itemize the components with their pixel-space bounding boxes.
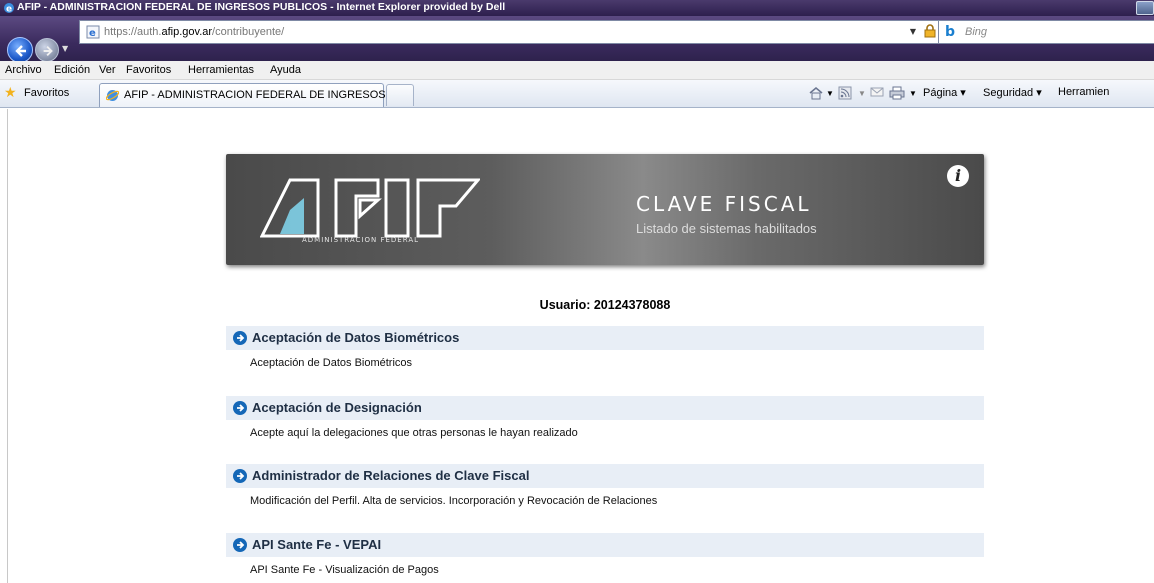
bing-icon: b [945,24,956,40]
user-label: Usuario: 20124378088 [539,298,671,312]
banner-title: CLAVE FISCAL [636,192,812,216]
url-text: https://auth.afip.gov.ar/contribuyente/ [104,26,285,38]
menu-seguridad[interactable]: Seguridad ▾ [983,86,1042,99]
home-icon[interactable] [808,86,824,103]
tab-label: AFIP - ADMINISTRACION FEDERAL DE INGRESO… [124,89,395,101]
ie-logo-icon: e [4,3,14,15]
system-name[interactable]: API Sante Fe - VEPAI [252,537,381,552]
window-title: AFIP - ADMINISTRACION FEDERAL DE INGRESO… [17,1,506,13]
print-dropdown-icon[interactable]: ▼ [909,89,917,98]
system-item-header[interactable]: Administrador de Relaciones de Clave Fis… [226,464,984,488]
afip-banner: ADMINISTRACION FEDERAL CLAVE FISCAL List… [226,154,984,265]
arrow-right-circle-icon[interactable] [233,401,247,415]
system-description: Modificación del Perfil. Alta de servici… [250,495,658,507]
system-item-header[interactable]: Aceptación de Datos Biométricos [226,326,984,350]
ie-page-icon [106,90,119,101]
feeds-dropdown-icon[interactable]: ▼ [858,89,866,98]
system-item-header[interactable]: Aceptación de Designación [226,396,984,420]
search-box[interactable]: b Bing [938,20,1154,44]
home-dropdown-icon[interactable]: ▼ [826,89,834,98]
menu-edicion[interactable]: Edición [54,64,90,76]
arrow-left-icon [15,45,26,57]
print-icon[interactable] [889,86,905,103]
arrow-right-circle-icon[interactable] [233,469,247,483]
menu-herramientas-cmd[interactable]: Herramien [1058,86,1109,98]
afip-logo [260,178,480,238]
system-description: API Sante Fe - Visualización de Pagos [250,564,439,576]
arrow-right-circle-icon[interactable] [233,331,247,345]
system-item-header[interactable]: API Sante Fe - VEPAI [226,533,984,557]
system-description: Acepte aquí la delegaciones que otras pe… [250,427,578,439]
history-dropdown-icon[interactable]: ▼ [62,44,70,53]
favorites-label: Favoritos [24,87,70,99]
url-dropdown-icon[interactable]: ▼ [905,24,921,40]
minimize-button[interactable] [1136,1,1154,15]
info-icon[interactable]: i [947,165,969,187]
menu-ver[interactable]: Ver [99,64,116,76]
menu-ayuda[interactable]: Ayuda [270,64,301,76]
tab-afip[interactable]: AFIP - ADMINISTRACION FEDERAL DE INGRESO… [99,83,395,107]
arrow-right-icon [43,45,53,57]
menu-herramientas[interactable]: Herramientas [188,64,254,76]
svg-text:e: e [6,5,12,15]
system-name[interactable]: Aceptación de Designación [252,400,422,415]
star-icon: ★ [4,85,17,101]
menu-archivo[interactable]: Archivo [5,64,42,76]
svg-text:e: e [89,28,96,39]
back-button[interactable] [7,37,33,63]
menu-pagina[interactable]: Página ▾ [923,86,966,99]
feeds-icon[interactable] [838,86,852,103]
system-description: Aceptación de Datos Biométricos [250,357,413,369]
address-bar[interactable]: e https://auth.afip.gov.ar/contribuyente… [79,20,997,44]
system-name[interactable]: Aceptación de Datos Biométricos [252,330,459,345]
page-icon: e [86,25,100,39]
window-title-bar: e AFIP - ADMINISTRACION FEDERAL DE INGRE… [0,0,1154,16]
favorites-bar: ★ Favoritos AFIP - ADMINISTRACION FEDERA… [0,80,1154,108]
forward-button[interactable] [35,38,59,62]
arrow-right-circle-icon[interactable] [233,538,247,552]
new-tab-button[interactable] [386,84,414,106]
page-left-border [7,109,8,583]
menu-bar: Archivo Edición Ver Favoritos Herramient… [0,61,1154,80]
org-name: ADMINISTRACION FEDERAL [302,236,420,244]
system-name[interactable]: Administrador de Relaciones de Clave Fis… [252,468,529,483]
menu-favoritos[interactable]: Favoritos [126,64,171,76]
mail-icon[interactable] [870,86,884,101]
banner-subtitle: Listado de sistemas habilitados [636,221,817,236]
lock-icon[interactable] [922,24,938,40]
search-placeholder: Bing [965,26,988,38]
